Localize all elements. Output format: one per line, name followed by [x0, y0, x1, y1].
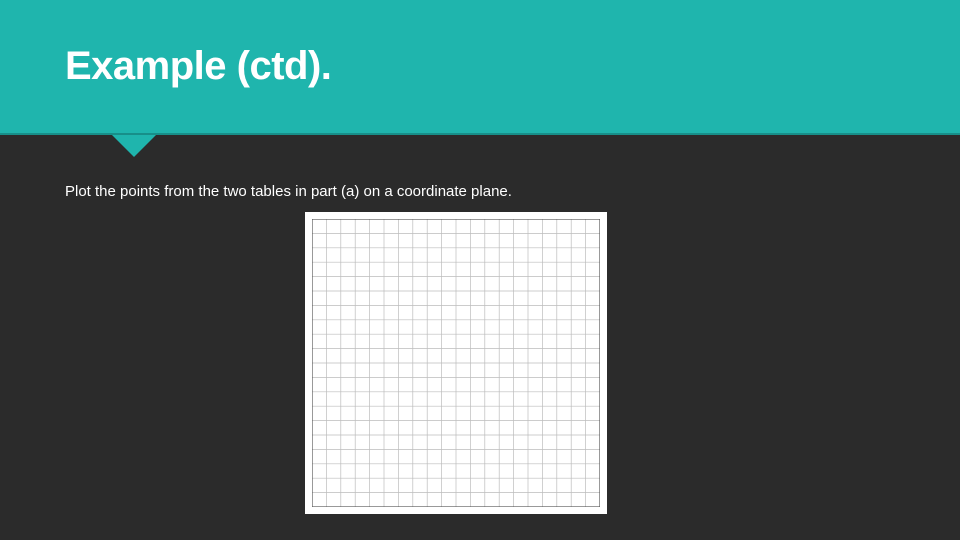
header-arrow-icon [112, 135, 156, 157]
grid-svg [312, 219, 600, 507]
coordinate-plane [305, 212, 607, 514]
slide-title: Example (ctd). [65, 44, 331, 89]
slide-body-text: Plot the points from the two tables in p… [65, 183, 512, 200]
header-band: Example (ctd). [0, 0, 960, 135]
